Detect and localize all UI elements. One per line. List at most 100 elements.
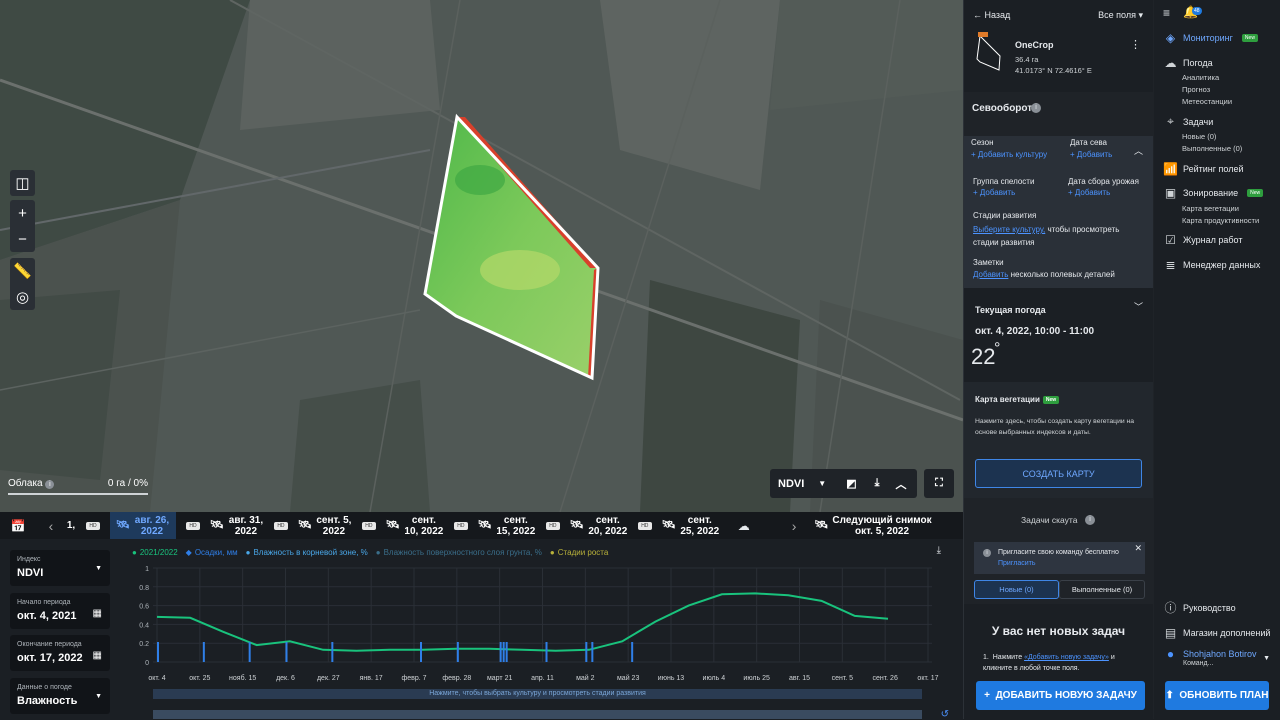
stages-hint[interactable]: Нажмите, чтобы выбрать культуру и просмо…	[153, 689, 922, 699]
download-icon[interactable]: ⤓	[875, 477, 880, 490]
y-tick-label: 1	[145, 566, 149, 573]
collapse-icon[interactable]: ︿	[1134, 144, 1143, 157]
menu-zoning-veg[interactable]: Карта вегетации	[1182, 204, 1239, 213]
timeline-item[interactable]: 🛰 сент. 5, 2022	[298, 515, 352, 537]
ruler-icon[interactable]: 📏	[10, 258, 35, 284]
menu-journal[interactable]: ☑ Журнал работ	[1164, 233, 1242, 247]
fullscreen-button[interactable]: ⛶	[924, 469, 954, 498]
precip-bar	[456, 642, 459, 662]
x-tick-label: окт. 17	[917, 675, 938, 682]
add-maturity-link[interactable]: + Добавить	[973, 188, 1015, 197]
cloud-icon: ☁	[737, 518, 750, 533]
timeline-item-active[interactable]: 🛰 авг. 26, 2022	[110, 512, 176, 539]
hamburger-icon[interactable]: ≡	[1163, 6, 1170, 20]
reset-icon[interactable]: ↺	[941, 709, 949, 720]
contrast-icon[interactable]: ◩	[846, 477, 856, 490]
main-menu: ≡ 🔔 48 ◈ Мониторинг New ☁ Погода Аналитика …	[1154, 0, 1280, 719]
info-icon[interactable]: i	[1085, 515, 1095, 525]
range-slider[interactable]	[153, 710, 922, 719]
next-image[interactable]: 🛰 Следующий снимок окт. 5, 2022	[814, 515, 931, 537]
menu-monitoring[interactable]: ◈ Мониторинг New	[1164, 31, 1258, 45]
field-ndvi-overlay[interactable]	[0, 0, 963, 512]
ndvi-chart[interactable]: ● 2021/2022 ◆ Осадки, мм ● Влажность в корн…	[122, 539, 963, 720]
x-tick-label: февр. 28	[442, 675, 471, 682]
add-task-button[interactable]: + ДОБАВИТЬ НОВУЮ ЗАДАЧУ	[976, 681, 1145, 710]
precip-bar	[631, 642, 634, 662]
no-tasks-text: У вас нет новых задач	[991, 624, 1126, 638]
timeline-item[interactable]: 1,	[66, 520, 76, 531]
next-arrow-icon[interactable]: ›	[792, 518, 797, 534]
tab-new[interactable]: Новые (0)	[974, 580, 1059, 599]
precip-bar	[499, 642, 502, 662]
menu-zoning-prod[interactable]: Карта продуктивности	[1182, 216, 1259, 225]
back-button[interactable]: ← Назад	[973, 10, 1010, 20]
precip-bar	[591, 642, 594, 662]
all-fields-dropdown[interactable]: Все поля ▾	[1098, 10, 1143, 21]
menu-data-manager[interactable]: ≣ Менеджер данных	[1164, 257, 1260, 272]
clouds-bar	[8, 493, 148, 495]
x-tick-label: дек. 27	[317, 675, 340, 682]
precip-bar	[331, 642, 334, 662]
locate-icon[interactable]: ◎	[10, 284, 35, 310]
x-tick-label: июнь 13	[658, 675, 685, 682]
start-date-field[interactable]: Начало периода окт. 4, 2021 ▦	[10, 593, 110, 629]
hd-badge: HD	[86, 521, 100, 530]
fullscreen-icon: ⛶	[935, 477, 943, 489]
info-icon[interactable]: i	[1031, 103, 1041, 113]
chart-icon: 📶	[1163, 161, 1178, 176]
add-harvest-link[interactable]: + Добавить	[1068, 188, 1110, 197]
vegetation-map-card: Карта вегетации New Нажмите здесь, чтобы …	[964, 382, 1153, 498]
timeline-item[interactable]: 🛰 сент. 15, 2022	[478, 515, 536, 537]
timeline-item[interactable]: 🛰 сент. 20, 2022	[570, 515, 628, 537]
menu-weather[interactable]: ☁ Погода	[1164, 56, 1213, 70]
rotation-header: Севооборот i	[964, 92, 1153, 136]
menu-weather-analytics[interactable]: Аналитика	[1182, 73, 1219, 82]
end-date-field[interactable]: Окончание периода окт. 17, 2022 ▦	[10, 635, 110, 671]
field-name: OneCrop	[1015, 40, 1054, 50]
close-icon[interactable]: ✕	[1134, 543, 1142, 554]
invite-link[interactable]: Пригласить	[998, 560, 1035, 567]
precip-bar	[248, 642, 251, 662]
timeline-item[interactable]: 🛰 сент. 10, 2022	[386, 515, 444, 537]
weather-value: Влажность	[17, 695, 78, 707]
satellite-map[interactable]: ◫ + − 📏 ◎ Облака i 0 га / 0% NDVI ▼ ◩ ⤓ …	[0, 0, 963, 512]
more-icon[interactable]: ⋮	[1130, 38, 1141, 51]
index-select[interactable]: NDVI	[778, 478, 804, 490]
zoom-in-icon[interactable]: +	[10, 200, 35, 226]
chevron-up-icon[interactable]: ︿	[895, 476, 906, 492]
index-dropdown[interactable]: Индекс NDVI ▼	[10, 550, 110, 586]
prev-arrow-icon[interactable]: ‹	[36, 518, 66, 534]
chevron-down-icon[interactable]: ﹀	[1134, 300, 1143, 313]
upgrade-plan-button[interactable]: ⬆ ОБНОВИТЬ ПЛАН	[1165, 681, 1269, 710]
weather-degree: °	[994, 340, 1001, 357]
timeline-item[interactable]: 🛰 авг. 31, 2022	[210, 515, 264, 537]
timeline-item[interactable]: 🛰 сент. 25, 2022	[662, 515, 720, 537]
add-notes-link[interactable]: Добавить	[973, 270, 1008, 279]
weather-data-dropdown[interactable]: Данные о погоде Влажность ▼	[10, 678, 110, 714]
menu-guide[interactable]: ⓘ Руководство	[1164, 601, 1235, 615]
chevron-down-icon[interactable]: ▼	[1263, 655, 1270, 662]
chevron-down-icon[interactable]: ▼	[818, 479, 826, 488]
menu-tasks-new[interactable]: Новые (0)	[1182, 132, 1216, 141]
menu-zoning[interactable]: ▣ Зонирование New	[1164, 186, 1264, 200]
tab-done[interactable]: Выполненные (0)	[1059, 580, 1145, 599]
user-menu[interactable]: ● Shohjahon Botirov	[1164, 647, 1257, 661]
create-map-button[interactable]: СОЗДАТЬ КАРТУ	[975, 459, 1142, 488]
satellite-icon: 🛰	[209, 519, 224, 531]
rotation-title: Севооборот	[972, 103, 1033, 114]
add-crop-link[interactable]: + Добавить культуру	[971, 150, 1047, 159]
layout-icon[interactable]: ◫	[10, 170, 35, 196]
menu-weather-stations[interactable]: Метеостанции	[1182, 97, 1232, 106]
calendar-icon[interactable]: 📅	[0, 519, 36, 533]
select-crop-link[interactable]: Выберите культуру,	[973, 225, 1045, 234]
menu-tasks-done[interactable]: Выполненные (0)	[1182, 144, 1242, 153]
panel-toggle-tool[interactable]: ◫	[10, 170, 35, 196]
menu-tasks[interactable]: ⌖ Задачи	[1164, 114, 1213, 128]
menu-rating[interactable]: 📶 Рейтинг полей	[1163, 161, 1243, 176]
database-icon: ≣	[1165, 257, 1176, 272]
menu-weather-forecast[interactable]: Прогноз	[1182, 85, 1210, 94]
zoom-out-icon[interactable]: −	[10, 226, 35, 252]
field-shape-thumbnail	[976, 32, 1001, 71]
menu-store[interactable]: ▤ Магазин дополнений	[1164, 626, 1271, 640]
add-sowing-link[interactable]: + Добавить	[1070, 150, 1112, 159]
